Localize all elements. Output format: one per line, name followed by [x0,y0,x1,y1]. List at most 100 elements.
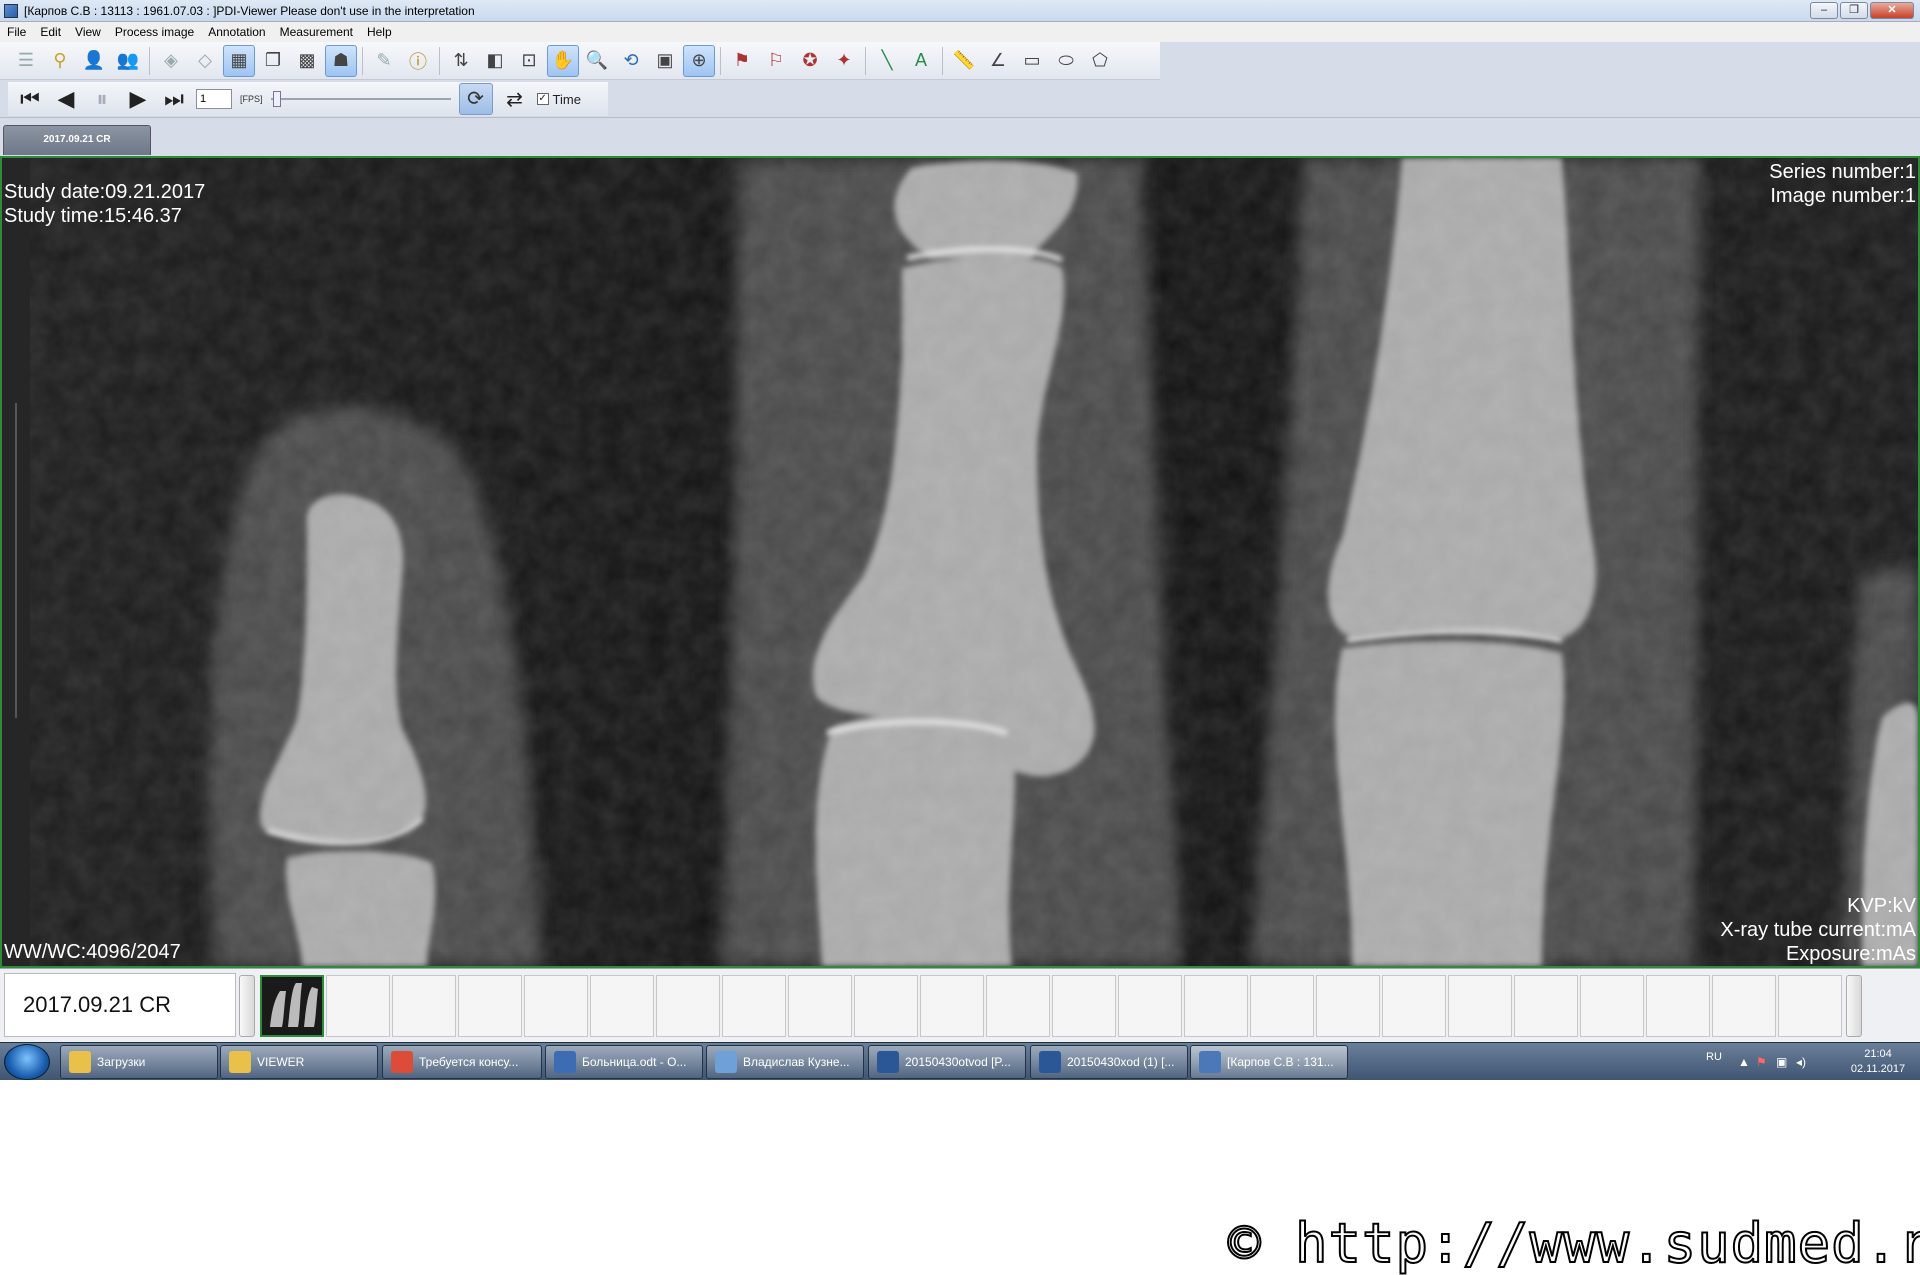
show-hidden-icon[interactable]: ▲ [1738,1055,1750,1069]
frame-slider[interactable] [270,89,451,109]
thumbnail-cell[interactable] [1646,975,1710,1037]
flip-icon[interactable]: ⇅ [445,45,477,77]
zoom-icon[interactable]: 🔍 [581,45,613,77]
thumbnail-cell[interactable] [1778,975,1842,1037]
thumbnail-cell[interactable] [1382,975,1446,1037]
first-frame-icon[interactable]: ⏮ [16,86,44,112]
minimize-button[interactable]: – [1810,2,1838,19]
ruler-icon[interactable]: 📏 [948,45,980,77]
image-viewport[interactable]: Study date:09.21.2017 Study time:15:46.3… [0,156,1920,968]
patient-icon[interactable]: 👤 [78,45,110,77]
restore-button[interactable]: ❐ [1840,2,1868,19]
taskbar-item[interactable]: [Карпов С.В : 131... [1190,1045,1348,1079]
pause-icon[interactable]: ⏸ [88,86,116,112]
xray-image[interactable] [2,158,1918,966]
thumbnail-cell[interactable] [986,975,1050,1037]
volume-icon[interactable]: ◂) [1796,1055,1806,1069]
frame-icon[interactable]: ▣ [649,45,681,77]
text-icon[interactable]: A [905,45,937,77]
patient-export-icon[interactable]: 👥 [112,45,144,77]
thumbnail-cell[interactable] [1580,975,1644,1037]
language-indicator[interactable]: RU [1706,1051,1722,1063]
folder-icon [229,1051,251,1073]
window-level-icon[interactable]: ⊡ [513,45,545,77]
window-width-center: WW/WC:4096/2047 [4,941,181,963]
scroll-right-button[interactable] [1846,975,1862,1037]
thumbnail-cell[interactable] [590,975,654,1037]
taskbar-item[interactable]: 20150430otvod [P... [868,1045,1026,1079]
network-icon[interactable]: ▣ [1776,1055,1787,1069]
copy-icon[interactable]: ❐ [257,45,289,77]
taskbar-item[interactable]: VIEWER [220,1045,378,1079]
link-icon[interactable]: ⚲ [44,45,76,77]
menu-edit[interactable]: Edit [33,25,68,39]
thumbnail-cell[interactable] [920,975,984,1037]
menu-help[interactable]: Help [360,25,399,39]
menu-measurement[interactable]: Measurement [273,25,360,39]
start-button[interactable] [4,1044,50,1080]
line-icon[interactable]: ╲ [871,45,903,77]
thumbnail-cell[interactable] [1712,975,1776,1037]
annotation-3-icon[interactable]: ✪ [794,45,826,77]
annotation-1-icon[interactable]: ⚑ [726,45,758,77]
thumbnail-cell[interactable] [1184,975,1248,1037]
rect-icon[interactable]: ▭ [1016,45,1048,77]
checkbox-icon[interactable]: ✓ [536,93,549,105]
taskbar-item[interactable]: 20150430xod (1) [... [1030,1045,1188,1079]
thumbnail-cell[interactable] [854,975,918,1037]
thumbnail-cell[interactable] [788,975,852,1037]
menu-view[interactable]: View [68,25,108,39]
thumbnail-cell[interactable] [524,975,588,1037]
taskbar-item[interactable]: Владислав Кузне... [706,1045,864,1079]
angle-icon[interactable]: ∠ [982,45,1014,77]
clock[interactable]: 21:04 02.11.2017 [1838,1047,1918,1077]
info-icon[interactable]: ⓘ [402,45,434,77]
time-checkbox[interactable]: ✓ Time [536,92,581,107]
menu-annotation[interactable]: Annotation [201,25,272,39]
thumbnail-cell[interactable] [1316,975,1380,1037]
edit-icon[interactable]: ✎ [368,45,400,77]
close-button[interactable]: ✕ [1870,2,1914,19]
play-icon[interactable]: ▶ [124,86,152,112]
thumbnail-cell[interactable] [656,975,720,1037]
magnify-icon[interactable]: ⊕ [683,44,715,77]
thumbnail-cell[interactable] [1250,975,1314,1037]
annotation-4-icon[interactable]: ✦ [828,45,860,77]
ellipse-icon[interactable]: ⬭ [1050,45,1082,77]
rotate-icon[interactable]: ⟲ [615,45,647,77]
menu-process-image[interactable]: Process image [108,25,201,39]
menu-file[interactable]: File [0,25,33,39]
thumbnail-selected[interactable] [260,975,324,1037]
thumbnail-cell[interactable] [1118,975,1182,1037]
word-icon [1039,1051,1061,1073]
invert-icon[interactable]: ◧ [479,45,511,77]
last-frame-icon[interactable]: ⏭ [160,86,188,112]
layers-icon[interactable]: ◈ [155,45,187,77]
taskbar-item[interactable]: Требуется консу... [382,1045,542,1079]
layers-alt-icon[interactable]: ◇ [189,45,221,77]
thumbnail-cell[interactable] [392,975,456,1037]
previous-frame-icon[interactable]: ◀ [52,86,80,112]
taskbar-item[interactable]: Больница.odt - O... [545,1045,703,1079]
polygon-icon[interactable]: ⬠ [1084,45,1116,77]
tab-study[interactable]: 2017.09.21 CR [3,125,151,155]
action-center-icon[interactable]: ⚑ [1756,1055,1767,1069]
frame-rate-input[interactable]: 1 [196,89,232,109]
grid-icon[interactable]: ▦ [223,44,255,77]
loop-icon[interactable]: ⟳ [458,83,493,115]
scroll-left-button[interactable] [239,975,255,1037]
person-icon[interactable]: ☗ [325,44,357,77]
thumbnail-cell[interactable] [722,975,786,1037]
swap-icon[interactable]: ⇄ [501,87,529,112]
annotation-2-icon[interactable]: ⚐ [760,45,792,77]
pan-icon[interactable]: ✋ [547,44,579,77]
thumbnail-cell[interactable] [1052,975,1116,1037]
thumbnail-cell[interactable] [1514,975,1578,1037]
taskbar-item[interactable]: Загрузки [60,1045,218,1079]
grid-alt-icon[interactable]: ▩ [291,45,323,77]
thumbnail-cell[interactable] [458,975,522,1037]
list-icon[interactable]: ☰ [10,45,42,77]
thumbnail-cell[interactable] [326,975,390,1037]
slider-thumb[interactable] [272,91,281,107]
thumbnail-cell[interactable] [1448,975,1512,1037]
